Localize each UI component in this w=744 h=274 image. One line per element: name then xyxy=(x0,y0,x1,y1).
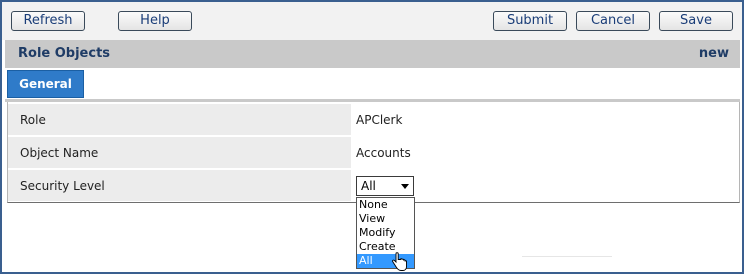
section-header: Role Objects new xyxy=(5,40,740,68)
security-level-select[interactable]: All xyxy=(356,176,414,196)
tab-general[interactable]: General xyxy=(7,70,84,98)
divider xyxy=(522,256,612,257)
role-value: APClerk xyxy=(356,113,403,127)
dropdown-option-none[interactable]: None xyxy=(357,198,414,212)
submit-button[interactable]: Submit xyxy=(493,11,567,31)
label-cell: Role xyxy=(8,104,351,136)
toolbar: Refresh Help Submit Cancel Save xyxy=(2,2,742,40)
role-label: Role xyxy=(20,113,46,127)
hand-pointer-icon xyxy=(392,252,407,271)
caret-down-icon xyxy=(401,184,409,189)
page-title: Role Objects xyxy=(18,46,111,61)
object-name-label: Object Name xyxy=(20,146,99,160)
form-row-role: Role APClerk xyxy=(8,104,739,136)
refresh-button[interactable]: Refresh xyxy=(11,11,85,31)
save-button[interactable]: Save xyxy=(659,11,733,31)
dropdown-option-modify[interactable]: Modify xyxy=(357,226,414,240)
form-row-object-name: Object Name Accounts xyxy=(8,137,739,169)
cancel-button[interactable]: Cancel xyxy=(576,11,650,31)
help-button[interactable]: Help xyxy=(118,11,192,31)
label-cell: Object Name xyxy=(8,137,351,169)
security-level-selected-value: All xyxy=(361,179,376,193)
form-panel: Role APClerk Object Name Accounts Securi… xyxy=(7,102,740,203)
record-status: new xyxy=(698,46,729,61)
object-name-value: Accounts xyxy=(356,146,411,160)
label-cell: Security Level xyxy=(8,170,351,202)
tab-bar: General xyxy=(5,68,740,99)
dropdown-option-view[interactable]: View xyxy=(357,212,414,226)
window-frame: Refresh Help Submit Cancel Save Role Obj… xyxy=(0,0,744,274)
security-level-label: Security Level xyxy=(20,179,105,193)
